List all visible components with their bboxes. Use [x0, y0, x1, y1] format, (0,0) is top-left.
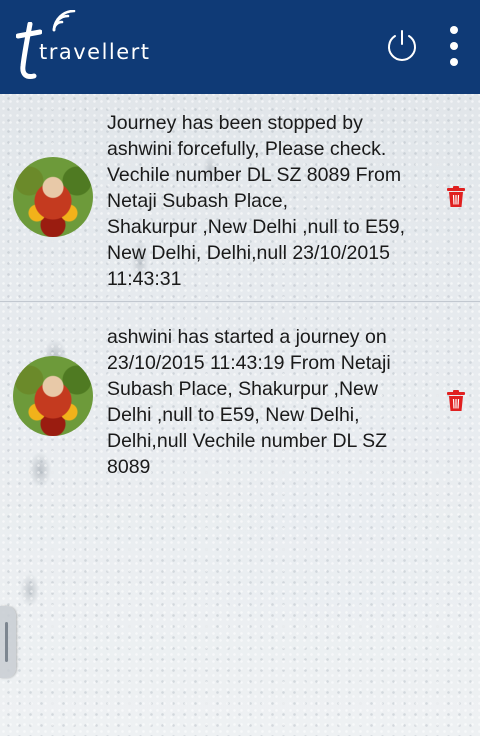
notification-message: Journey has been stopped by ashwini forc… [107, 112, 406, 290]
power-icon [388, 30, 416, 61]
notification-list: Journey has been stopped by ashwini forc… [0, 94, 480, 502]
delete-button[interactable] [446, 186, 466, 208]
profile-avatar [13, 157, 93, 237]
delete-button[interactable] [446, 390, 466, 412]
power-button[interactable] [384, 28, 420, 64]
side-drawer-handle[interactable] [0, 606, 16, 678]
list-item[interactable]: Journey has been stopped by ashwini forc… [0, 94, 480, 302]
trash-icon [447, 186, 465, 207]
trash-icon [447, 390, 465, 411]
overflow-menu-button[interactable] [440, 24, 468, 68]
app-bar: travellert [0, 0, 480, 94]
app-title: travellert [39, 40, 151, 64]
list-item[interactable]: ashwini has started a journey on 23/10/2… [0, 302, 480, 502]
signal-icon [52, 10, 76, 32]
profile-avatar [13, 356, 93, 436]
app-logo: travellert [12, 10, 149, 82]
notification-message: ashwini has started a journey on 23/10/2… [107, 326, 391, 478]
